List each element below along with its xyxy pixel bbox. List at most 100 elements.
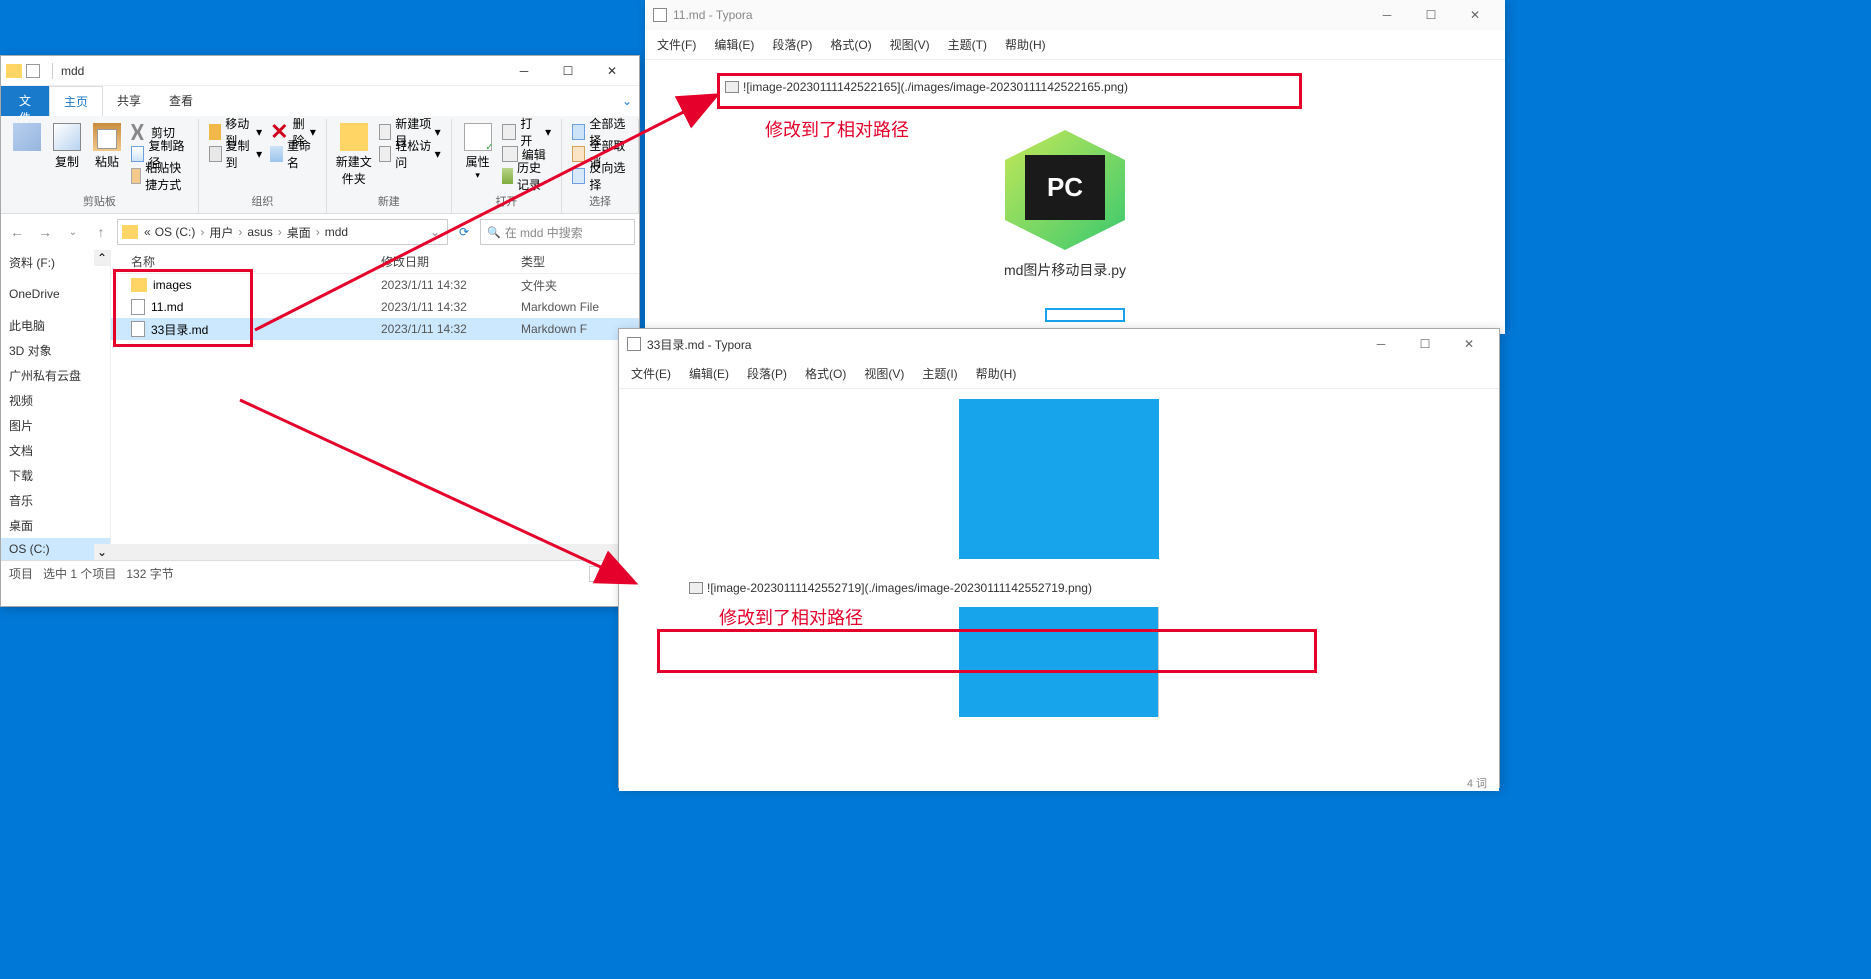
window-title: 11.md - Typora — [673, 8, 1365, 22]
sidebar-item[interactable]: 视频 — [1, 388, 110, 413]
folder-icon — [122, 225, 138, 239]
menu-theme[interactable]: 主题(T) — [946, 34, 989, 55]
close-button[interactable]: ✕ — [1447, 330, 1491, 358]
ribbon-collapse-button[interactable]: ⌄ — [615, 86, 639, 116]
file-row-selected[interactable]: 33目录.md 2023/1/11 14:32 Markdown F — [111, 318, 639, 340]
open-button[interactable]: 打开▾ — [498, 121, 555, 143]
scroll-down-button[interactable]: ⌄ — [94, 544, 110, 560]
sidebar-item[interactable]: 图片 — [1, 413, 110, 438]
crumb[interactable]: mdd — [323, 225, 350, 239]
menu-format[interactable]: 格式(O) — [828, 34, 873, 55]
column-name[interactable]: 名称 — [111, 253, 381, 270]
sidebar-item[interactable]: OneDrive — [1, 283, 110, 305]
ribbon: 固定到快速访问 复制 粘贴 剪切 复制路径 粘贴快捷方式 剪贴板 移动到▾ 复制… — [1, 116, 639, 214]
pastelink-button[interactable]: 粘贴快捷方式 — [127, 165, 192, 187]
folder-icon — [6, 64, 22, 78]
image-placeholder-icon — [689, 582, 703, 594]
nav-back-button[interactable]: ← — [5, 220, 29, 244]
rename-button[interactable]: 重命名 — [266, 143, 320, 165]
folder-icon — [26, 64, 40, 78]
selection-box — [1045, 308, 1125, 322]
menu-help[interactable]: 帮助(H) — [974, 363, 1019, 384]
copyto-button[interactable]: 复制到▾ — [205, 143, 266, 165]
selectinvert-button[interactable]: 反向选择 — [568, 165, 632, 187]
sidebar-item[interactable]: 此电脑 — [1, 313, 110, 338]
menu-file[interactable]: 文件(F) — [655, 34, 698, 55]
maximize-button[interactable]: ☐ — [1409, 1, 1453, 29]
close-button[interactable]: ✕ — [1453, 1, 1497, 29]
file-row[interactable]: 11.md 2023/1/11 14:32 Markdown File — [111, 296, 639, 318]
typora1-titlebar[interactable]: 11.md - Typora ─ ☐ ✕ — [645, 0, 1505, 30]
minimize-button[interactable]: ─ — [1365, 1, 1409, 29]
refresh-button[interactable]: ⟳ — [452, 225, 476, 239]
typora2-editor[interactable]: 修改到了相对路径 ![image-20230111142552719](./im… — [619, 389, 1499, 791]
typora1-editor[interactable]: ![image-20230111142522165](./images/imag… — [645, 60, 1505, 334]
nav-forward-button[interactable]: → — [33, 220, 57, 244]
copy-button[interactable]: 复制 — [47, 121, 87, 193]
file-list: 名称 修改日期 类型 images 2023/1/11 14:32 文件夹 11… — [111, 250, 639, 560]
tab-home[interactable]: 主页 — [49, 86, 103, 116]
nav-recent-button[interactable]: ⌄ — [61, 220, 85, 244]
menu-help[interactable]: 帮助(H) — [1003, 34, 1048, 55]
menu-format[interactable]: 格式(O) — [803, 363, 848, 384]
column-date[interactable]: 修改日期 — [381, 253, 521, 270]
typora2-titlebar[interactable]: 33目录.md - Typora ─ ☐ ✕ — [619, 329, 1499, 359]
column-type[interactable]: 类型 — [521, 253, 639, 270]
crumb[interactable]: asus — [245, 225, 274, 239]
crumb[interactable]: OS (C:) — [153, 225, 198, 239]
pycharm-icon[interactable]: PC — [1005, 130, 1125, 250]
crumb[interactable]: 用户 — [207, 224, 235, 241]
minimize-button[interactable]: ─ — [1359, 330, 1403, 358]
close-button[interactable]: ✕ — [590, 57, 634, 85]
menu-view[interactable]: 视图(V) — [862, 363, 906, 384]
nav-up-button[interactable]: ↑ — [89, 220, 113, 244]
content-image-top — [959, 399, 1159, 559]
group-label-select: 选择 — [589, 193, 611, 211]
scroll-up-button[interactable]: ⌃ — [94, 250, 110, 266]
sidebar-item[interactable]: 音乐 — [1, 488, 110, 513]
typora-icon — [653, 8, 667, 22]
crumb[interactable]: 桌面 — [285, 224, 313, 241]
explorer-sidebar[interactable]: ⌃ 资料 (F:) OneDrive 此电脑 3D 对象 广州私有云盘 视频 图… — [1, 250, 111, 560]
newfolder-button[interactable]: 新建文件夹 — [333, 121, 375, 193]
tab-view[interactable]: 查看 — [155, 86, 207, 116]
address-bar[interactable]: « OS (C:)› 用户› asus› 桌面› mdd ⌄ — [117, 219, 448, 245]
tab-share[interactable]: 共享 — [103, 86, 155, 116]
sidebar-item[interactable]: 下载 — [1, 463, 110, 488]
sidebar-item[interactable]: 广州私有云盘 — [1, 363, 110, 388]
markdown-line[interactable]: ![image-20230111142552719](./images/imag… — [689, 581, 1479, 595]
search-input[interactable]: 在 mdd 中搜索 — [480, 219, 635, 245]
easyaccess-button[interactable]: 轻松访问▾ — [375, 143, 445, 165]
word-count[interactable]: 4 词 — [1467, 775, 1487, 791]
status-items: 项目 — [9, 565, 33, 582]
file-icon — [131, 321, 145, 337]
pin-button[interactable]: 固定到快速访问 — [7, 121, 47, 193]
menu-view[interactable]: 视图(V) — [888, 34, 932, 55]
menu-theme[interactable]: 主题(I) — [920, 363, 959, 384]
sidebar-item[interactable]: 桌面 — [1, 513, 110, 538]
menu-edit[interactable]: 编辑(E) — [687, 363, 731, 384]
file-row-folder[interactable]: images 2023/1/11 14:32 文件夹 — [111, 274, 639, 296]
window-title: mdd — [61, 64, 502, 78]
typora-window-2: 33目录.md - Typora ─ ☐ ✕ 文件(E) 编辑(E) 段落(P)… — [618, 328, 1500, 788]
history-button[interactable]: 历史记录 — [498, 165, 555, 187]
sidebar-item[interactable]: 文档 — [1, 438, 110, 463]
view-details-button[interactable] — [589, 566, 609, 582]
sidebar-item[interactable]: 3D 对象 — [1, 338, 110, 363]
typora1-menubar: 文件(F) 编辑(E) 段落(P) 格式(O) 视图(V) 主题(T) 帮助(H… — [645, 30, 1505, 60]
minimize-button[interactable]: ─ — [502, 57, 546, 85]
tab-file[interactable]: 文件 — [1, 86, 49, 116]
menu-paragraph[interactable]: 段落(P) — [745, 363, 789, 384]
paste-button[interactable]: 粘贴 — [87, 121, 127, 193]
address-dropdown[interactable]: ⌄ — [427, 225, 443, 239]
menu-file[interactable]: 文件(E) — [629, 363, 673, 384]
properties-button[interactable]: 属性▾ — [458, 121, 498, 193]
maximize-button[interactable]: ☐ — [1403, 330, 1447, 358]
file-explorer-window: mdd ─ ☐ ✕ 文件 主页 共享 查看 ⌄ 固定到快速访问 复制 粘贴 剪切… — [0, 55, 640, 607]
maximize-button[interactable]: ☐ — [546, 57, 590, 85]
explorer-titlebar[interactable]: mdd ─ ☐ ✕ — [1, 56, 639, 86]
markdown-line[interactable]: ![image-20230111142522165](./images/imag… — [725, 80, 1485, 94]
horizontal-scrollbar[interactable] — [111, 544, 639, 560]
menu-paragraph[interactable]: 段落(P) — [770, 34, 814, 55]
menu-edit[interactable]: 编辑(E) — [712, 34, 756, 55]
